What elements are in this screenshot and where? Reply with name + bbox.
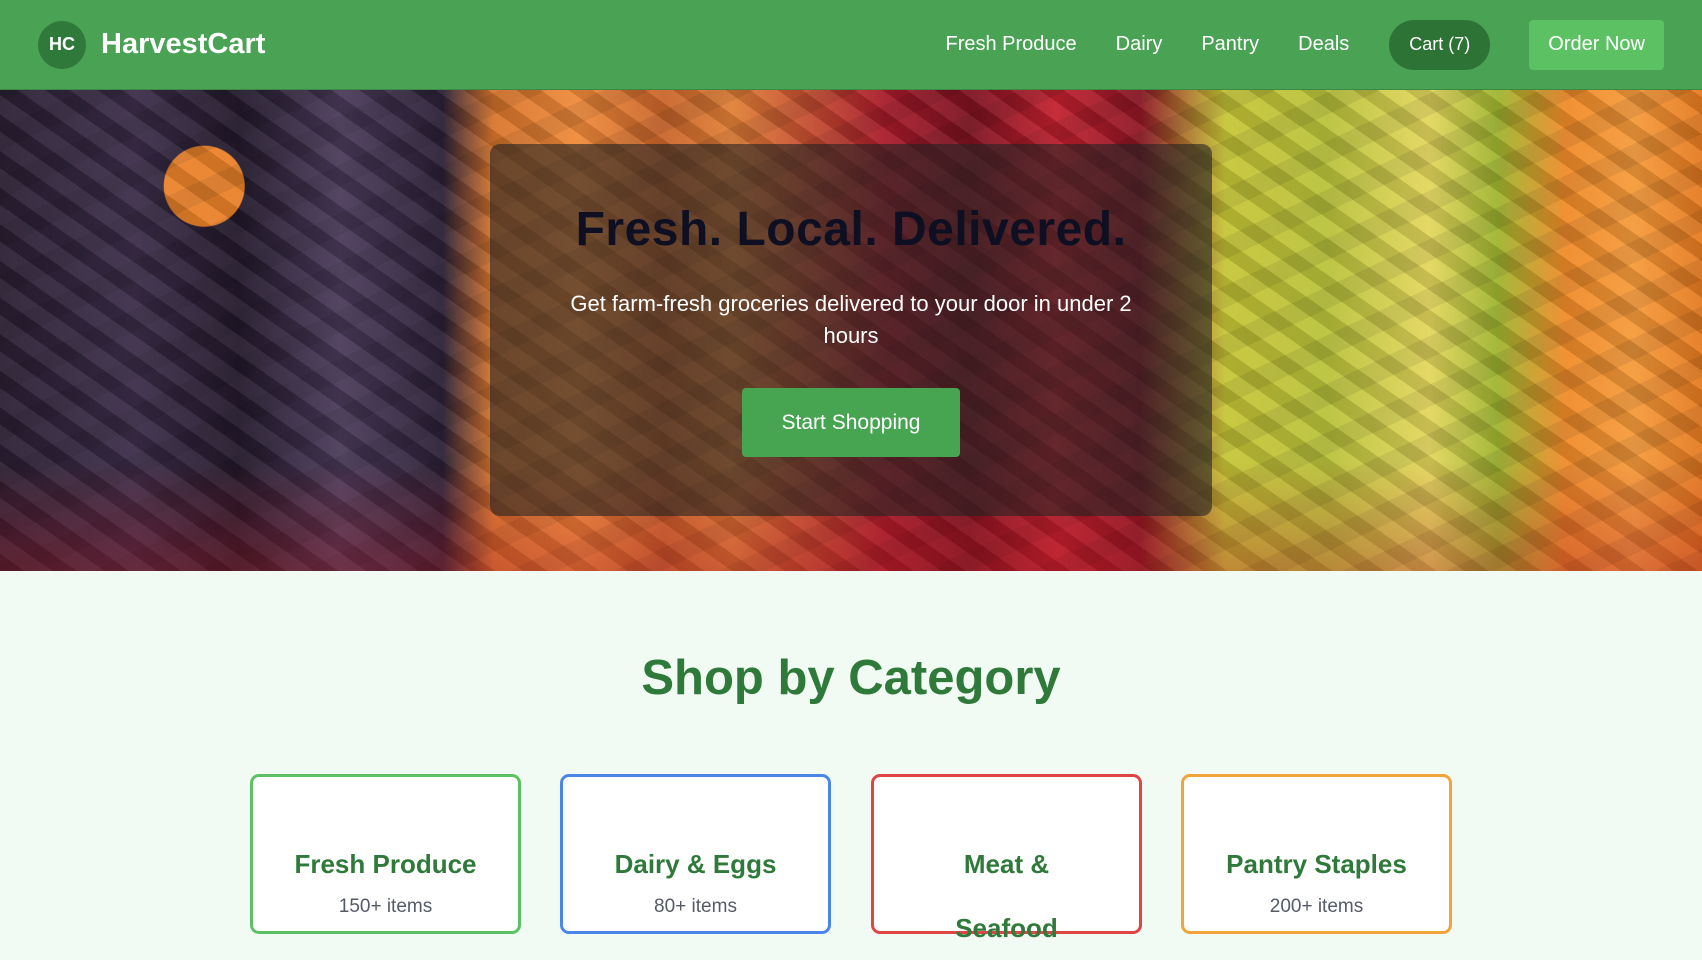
nav-link-fresh-produce[interactable]: Fresh Produce bbox=[945, 33, 1076, 56]
hero-title: Fresh. Local. Delivered. bbox=[575, 203, 1127, 256]
start-shopping-button[interactable]: Start Shopping bbox=[742, 388, 960, 457]
hero-banner: Fresh. Local. Delivered. Get farm-fresh … bbox=[0, 90, 1702, 571]
category-count: 150+ items bbox=[338, 896, 433, 917]
category-heading: Shop by Category bbox=[641, 651, 1061, 705]
category-name: Fresh Produce bbox=[294, 849, 477, 879]
hero-subtitle: Get farm-fresh groceries delivered to yo… bbox=[570, 291, 1132, 348]
order-now-button[interactable]: Order Now bbox=[1529, 19, 1664, 70]
nav-link-dairy[interactable]: Dairy bbox=[1116, 33, 1163, 56]
logo-badge[interactable]: HC bbox=[38, 20, 86, 69]
hero-overlay: Fresh. Local. Delivered. Get farm-fresh … bbox=[490, 144, 1212, 516]
top-navbar: HC HarvestCart Fresh Produce Dairy Pantr… bbox=[0, 0, 1702, 90]
nav-link-pantry[interactable]: Pantry bbox=[1201, 33, 1259, 56]
cart-button[interactable]: Cart (7) bbox=[1389, 19, 1491, 70]
category-name: Meat & Seafood bbox=[955, 849, 1058, 943]
category-card-dairy-eggs[interactable]: Dairy & Eggs 80+ items bbox=[560, 774, 831, 934]
category-card-pantry-staples[interactable]: Pantry Staples 200+ items bbox=[1181, 774, 1452, 934]
category-name: Dairy & Eggs bbox=[614, 849, 777, 879]
category-count: 80+ items bbox=[654, 896, 737, 917]
category-card-fresh-produce[interactable]: Fresh Produce 150+ items bbox=[250, 774, 521, 934]
category-card-meat-seafood[interactable]: Meat & Seafood bbox=[871, 774, 1142, 943]
category-name: Pantry Staples bbox=[1226, 849, 1407, 879]
nav-links: Fresh Produce Dairy Pantry Deals Cart (7… bbox=[945, 19, 1664, 70]
category-count: 200+ items bbox=[1269, 896, 1364, 917]
nav-link-deals[interactable]: Deals bbox=[1298, 33, 1349, 56]
brand-name[interactable]: HarvestCart bbox=[101, 28, 265, 61]
